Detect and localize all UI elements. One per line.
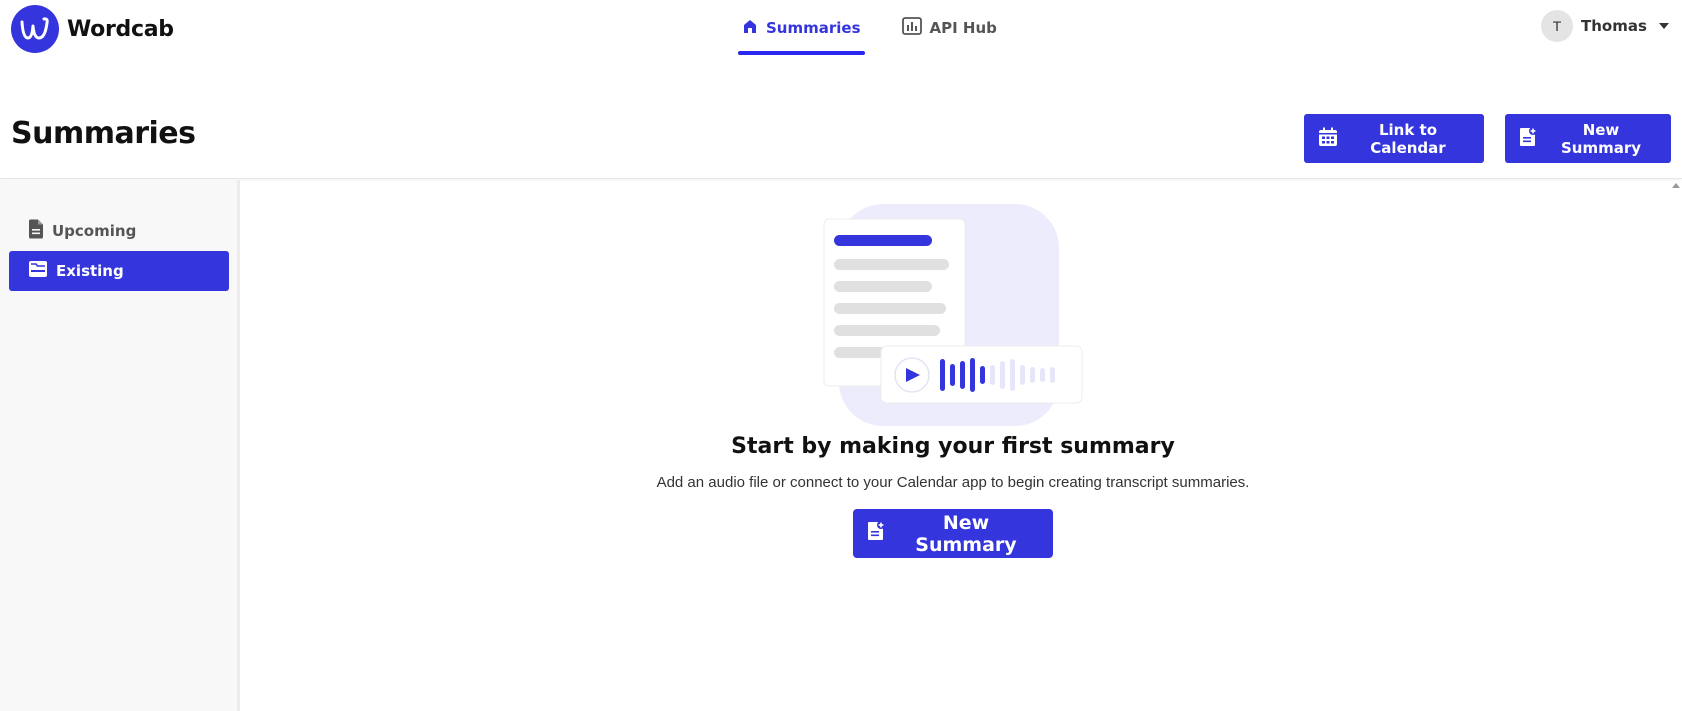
top-nav: Wordcab Summaries API Hub T Thomas <box>0 0 1682 60</box>
user-name: Thomas <box>1581 17 1647 35</box>
sidebar-item-label: Existing <box>56 262 124 280</box>
wordcab-logo-icon <box>11 5 59 53</box>
bar-chart-icon <box>901 16 922 39</box>
empty-state-title: Start by making your first summary <box>731 434 1175 459</box>
user-menu[interactable]: T Thomas <box>1541 10 1669 42</box>
sidebar-item-existing[interactable]: Existing <box>9 251 229 291</box>
document-icon <box>28 219 44 243</box>
calendar-icon <box>1318 127 1338 151</box>
avatar: T <box>1541 10 1573 42</box>
nav-api-hub-label: API Hub <box>929 18 997 37</box>
link-calendar-button[interactable]: Link to Calendar <box>1304 114 1484 163</box>
file-add-icon <box>1519 126 1537 151</box>
nav-summaries[interactable]: Summaries <box>738 0 865 55</box>
nav-summaries-label: Summaries <box>766 18 861 37</box>
empty-state-new-summary-button[interactable]: New Summary <box>853 509 1053 558</box>
brand-logo[interactable]: Wordcab <box>11 5 174 53</box>
nav-api-hub[interactable]: API Hub <box>898 0 1001 55</box>
brand-name: Wordcab <box>67 16 174 42</box>
folder-icon <box>28 260 48 282</box>
new-summary-label: New Summary <box>1560 120 1642 157</box>
new-summary-button[interactable]: New Summary <box>1505 114 1671 163</box>
sidebar: Upcoming Existing <box>0 180 240 711</box>
sidebar-item-label: Upcoming <box>52 222 137 240</box>
main-nav: Summaries API Hub <box>738 0 1001 58</box>
sidebar-item-upcoming[interactable]: Upcoming <box>9 211 229 251</box>
empty-state-button-label: New Summary <box>915 511 1017 556</box>
scroll-up-arrow[interactable] <box>1672 183 1680 188</box>
empty-state-description: Add an audio file or connect to your Cal… <box>656 474 1250 491</box>
page-header: Summaries Link to Calendar New Summary <box>0 60 1682 179</box>
file-add-icon <box>867 521 885 546</box>
home-icon <box>742 18 758 38</box>
link-calendar-label: Link to Calendar <box>1370 120 1446 157</box>
page-title: Summaries <box>11 116 196 151</box>
empty-state-illustration <box>822 204 1084 426</box>
chevron-down-icon <box>1658 23 1669 29</box>
